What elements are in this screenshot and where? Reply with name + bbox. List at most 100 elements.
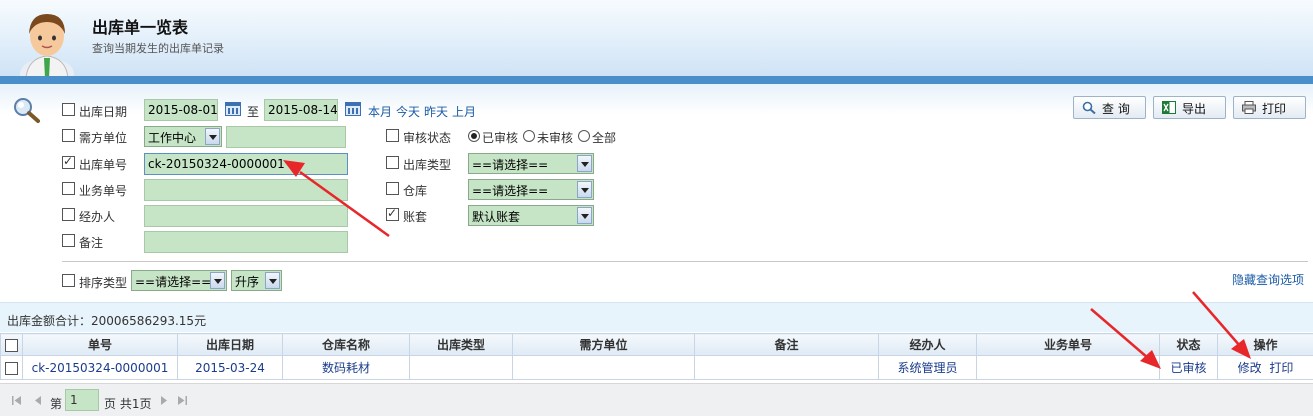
audit-option-all: 全部 (592, 131, 617, 145)
out-type-checkbox[interactable] (386, 156, 399, 169)
remark-label: 备注 (79, 236, 104, 250)
quick-link-today[interactable]: 今天 (396, 103, 420, 120)
col-header-order-no: 单号 (22, 333, 178, 356)
date-to-label: 至 (247, 105, 260, 119)
audit-radio-unapproved[interactable] (523, 130, 535, 142)
select-all-checkbox[interactable] (5, 338, 18, 352)
query-button[interactable]: 查 询 (1073, 96, 1146, 119)
chevron-down-icon (205, 128, 220, 145)
chevron-down-icon (577, 181, 592, 198)
date-label: 出库日期 (79, 105, 128, 119)
print-button-label: 打印 (1262, 102, 1287, 116)
dept-text-input[interactable] (226, 126, 346, 148)
biz-no-checkbox[interactable] (62, 182, 75, 195)
dept-checkbox[interactable] (62, 129, 75, 142)
hide-query-options-link[interactable]: 隐藏查询选项 (1232, 271, 1304, 288)
biz-no-input[interactable] (144, 179, 348, 201)
order-no-checkbox[interactable] (62, 154, 75, 169)
search-magnifier-icon (14, 98, 40, 123)
out-type-select[interactable]: ==请选择== (468, 153, 594, 174)
sort-checkbox[interactable] (62, 274, 75, 287)
audit-radio-all[interactable] (578, 130, 590, 142)
remark-input[interactable] (144, 231, 348, 253)
quick-link-last-month[interactable]: 上月 (452, 103, 476, 120)
cell-biz-no (976, 355, 1160, 380)
remark-checkbox[interactable] (62, 234, 75, 247)
audit-checkbox[interactable] (386, 129, 399, 142)
summary-text: 出库金额合计：20006586293.15元 (7, 314, 207, 328)
last-page-icon[interactable] (177, 395, 187, 406)
cell-date: 2015-03-24 (177, 355, 283, 380)
cell-order-no[interactable]: ck-20150324-0000001 (22, 355, 178, 380)
export-button-label: 导出 (1182, 102, 1207, 116)
row-checkbox[interactable] (5, 361, 18, 375)
warehouse-label: 仓库 (403, 184, 428, 198)
cell-dept (512, 355, 695, 380)
col-header-handler: 经办人 (878, 333, 977, 356)
first-page-icon[interactable] (12, 395, 22, 406)
row-select-cell[interactable] (0, 355, 23, 380)
edit-link[interactable]: 修改 (1238, 361, 1262, 375)
handler-input[interactable] (144, 205, 348, 227)
printer-icon (1242, 101, 1256, 114)
page-number-input[interactable]: 1 (65, 389, 99, 411)
warehouse-select-value: ==请选择== (472, 184, 549, 198)
cell-actions: 修改 打印 (1217, 355, 1313, 380)
date-checkbox[interactable] (62, 103, 75, 116)
pagination-bar: 第 1 页 共1页 (0, 383, 1313, 416)
prev-page-icon[interactable] (33, 395, 43, 406)
account-label: 账套 (403, 210, 428, 224)
page-title: 出库单一览表 (92, 18, 189, 37)
account-select-value: 默认账套 (472, 210, 521, 224)
dept-label: 需方单位 (79, 131, 128, 145)
print-button[interactable]: 打印 (1233, 96, 1306, 119)
order-no-link[interactable]: ck-20150324-0000001 (32, 361, 169, 375)
date-to-input[interactable]: 2015-08-14 (264, 99, 338, 121)
quick-link-yesterday[interactable]: 昨天 (424, 103, 448, 120)
status-link[interactable]: 已审核 (1170, 361, 1206, 375)
header-divider (0, 76, 1313, 84)
row-print-link[interactable]: 打印 (1269, 361, 1293, 375)
biz-no-label: 业务单号 (79, 184, 128, 198)
dept-select-value: 工作中心 (148, 131, 197, 145)
calendar-to-icon[interactable] (345, 102, 361, 116)
table-row: ck-20150324-0000001 2015-03-24 数码耗材 系统管理… (0, 355, 1313, 380)
warehouse-checkbox[interactable] (386, 182, 399, 195)
out-type-select-value: ==请选择== (472, 158, 549, 172)
col-header-status: 状态 (1159, 333, 1218, 356)
chevron-down-icon (210, 272, 225, 289)
next-page-icon[interactable] (159, 395, 169, 406)
export-button[interactable]: 导出 (1153, 96, 1226, 119)
chevron-down-icon (265, 272, 280, 289)
col-header-remark: 备注 (694, 333, 879, 356)
account-checkbox[interactable] (386, 206, 399, 221)
audit-option-approved: 已审核 (482, 131, 519, 145)
account-select[interactable]: 默认账套 (468, 205, 594, 226)
sort-type-select-value: ==请选择== (135, 275, 212, 289)
page-prefix-label: 第 (50, 397, 63, 411)
sort-type-select[interactable]: ==请选择== (131, 270, 227, 291)
date-from-input[interactable]: 2015-08-01 (144, 99, 218, 121)
quick-link-this-month[interactable]: 本月 (368, 103, 392, 120)
audit-option-unapproved: 未审核 (537, 131, 574, 145)
cell-out-type (409, 355, 513, 380)
col-header-biz-no: 业务单号 (976, 333, 1160, 356)
warehouse-select[interactable]: ==请选择== (468, 179, 594, 200)
cell-status[interactable]: 已审核 (1159, 355, 1218, 380)
cell-warehouse: 数码耗材 (282, 355, 410, 380)
chevron-down-icon (577, 155, 592, 172)
col-header-warehouse: 仓库名称 (282, 333, 410, 356)
calendar-from-icon[interactable] (225, 102, 241, 116)
dept-select[interactable]: 工作中心 (144, 126, 222, 147)
handler-checkbox[interactable] (62, 208, 75, 221)
sort-order-select[interactable]: 升序 (231, 270, 282, 291)
col-header-actions: 操作 (1217, 333, 1313, 356)
audit-radio-approved[interactable] (468, 130, 480, 142)
excel-icon (1162, 101, 1176, 114)
cell-remark (694, 355, 879, 380)
select-all-cell[interactable] (0, 333, 23, 356)
search-divider (62, 261, 1308, 262)
order-no-input[interactable]: ck-20150324-0000001 (144, 153, 348, 175)
out-type-label: 出库类型 (403, 158, 452, 172)
cell-handler: 系统管理员 (878, 355, 977, 380)
